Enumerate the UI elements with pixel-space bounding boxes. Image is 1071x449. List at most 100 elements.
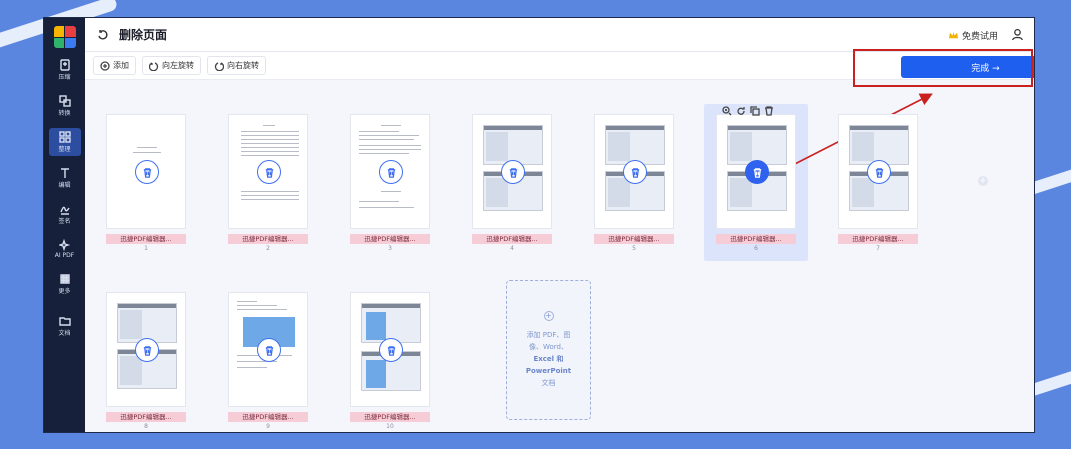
delete-page-button[interactable]: [135, 338, 159, 362]
trash-icon[interactable]: [764, 106, 774, 116]
trash-icon: [753, 167, 761, 178]
delete-page-button[interactable]: [257, 160, 281, 184]
ai-sparkle-icon: [58, 239, 70, 251]
page-thumbnail[interactable]: [594, 114, 674, 229]
page-number: 5: [632, 245, 636, 252]
page-card[interactable]: 迅捷PDF编辑器... 8: [106, 292, 186, 430]
free-trial-link[interactable]: 免费试用: [948, 29, 998, 42]
page-thumbnail[interactable]: [716, 114, 796, 229]
rotate-left-icon: [149, 61, 159, 71]
rotate-right-icon: [214, 61, 224, 71]
grid-more-icon: [59, 274, 70, 284]
folder-icon: [58, 317, 71, 326]
delete-page-button[interactable]: [867, 160, 891, 184]
sidebar-item-label: 压缩: [58, 74, 71, 81]
convert-icon: [58, 95, 71, 107]
page-card[interactable]: 迅捷PDF编辑器... 9: [228, 292, 308, 430]
free-trial-label: 免费试用: [961, 32, 998, 42]
sidebar-item-label: 转换: [58, 110, 71, 117]
page-thumbnail[interactable]: [472, 114, 552, 229]
compress-icon: [59, 59, 70, 71]
trash-icon: [265, 167, 273, 178]
sidebar-item-label: 签名: [58, 218, 71, 225]
page-label: 迅捷PDF编辑器...: [228, 234, 308, 244]
delete-page-button[interactable]: [623, 160, 647, 184]
trash-icon: [143, 167, 151, 178]
page-number: 2: [266, 245, 270, 252]
page-card[interactable]: 迅捷PDF编辑器... 7: [838, 114, 918, 252]
page-card[interactable]: 迅捷PDF编辑器... 1: [106, 114, 186, 252]
delete-page-button[interactable]: [501, 160, 525, 184]
add-document-card[interactable]: + 添加 PDF、图 像、Word、 Excel 和 PowerPoint 文档: [506, 280, 591, 420]
sidebar-item-sign[interactable]: 签名: [44, 200, 85, 228]
page-card[interactable]: 迅捷PDF编辑器... 5: [594, 114, 674, 252]
rotate-left-button[interactable]: 向左旋转: [142, 56, 201, 75]
trash-icon: [631, 167, 639, 178]
page-label: 迅捷PDF编辑器...: [594, 234, 674, 244]
crown-icon: [948, 31, 958, 39]
trash-icon: [143, 345, 151, 356]
add-card-text: 添加 PDF、图: [526, 331, 571, 339]
page-card[interactable]: 迅捷PDF编辑器... 4: [472, 114, 552, 252]
page-card-selected[interactable]: 迅捷PDF编辑器... 6: [704, 104, 808, 261]
page-thumbnail[interactable]: [350, 292, 430, 407]
page-thumbnail[interactable]: [838, 114, 918, 229]
page-label: 迅捷PDF编辑器...: [838, 234, 918, 244]
signature-icon: [59, 206, 70, 215]
sidebar-item-label: 编辑: [58, 182, 71, 189]
plus-icon: +: [543, 311, 554, 321]
add-card-text: PowerPoint: [525, 367, 572, 375]
delete-page-button[interactable]: [745, 160, 769, 184]
delete-page-button[interactable]: [135, 160, 159, 184]
rotate-icon[interactable]: [736, 106, 746, 116]
user-icon[interactable]: [1011, 28, 1024, 41]
page-card[interactable]: 迅捷PDF编辑器... 2: [228, 114, 308, 252]
zoom-in-icon[interactable]: [722, 106, 732, 116]
delete-page-button[interactable]: [379, 160, 403, 184]
annotation-highlight-done: [853, 49, 1033, 87]
text-edit-icon: [60, 168, 69, 178]
rotate-left-label: 向左旋转: [162, 61, 194, 70]
page-label: 迅捷PDF编辑器...: [472, 234, 552, 244]
delete-page-button[interactable]: [379, 338, 403, 362]
page-thumbnail[interactable]: [228, 292, 308, 407]
page-label: 迅捷PDF编辑器...: [350, 412, 430, 422]
sidebar-item-more[interactable]: 更多: [44, 270, 85, 298]
add-card-text: Excel 和: [533, 355, 564, 363]
sidebar-item-label: 文档: [58, 330, 71, 337]
page-thumbnail[interactable]: [228, 114, 308, 229]
page-card[interactable]: 迅捷PDF编辑器... 10: [350, 292, 430, 430]
app-logo: [53, 26, 76, 48]
page-number: 1: [144, 245, 148, 252]
trash-icon: [387, 167, 395, 178]
rotate-right-button[interactable]: 向右旋转: [207, 56, 266, 75]
page-label: 迅捷PDF编辑器...: [350, 234, 430, 244]
back-undo-icon[interactable]: [97, 29, 109, 41]
page-number: 4: [510, 245, 514, 252]
trash-icon: [265, 345, 273, 356]
sidebar-item-label: AI PDF: [54, 252, 75, 259]
page-title: 删除页面: [119, 28, 168, 42]
add-card-text: 像、Word、: [529, 343, 568, 351]
delete-page-button[interactable]: [257, 338, 281, 362]
sidebar-item-edit[interactable]: 编辑: [44, 164, 85, 192]
sidebar-item-documents[interactable]: 文档: [44, 312, 85, 340]
sidebar-item-compress[interactable]: 压缩: [44, 56, 85, 84]
header: 删除页面 免费试用: [85, 18, 1034, 52]
plus-circle-icon: [100, 60, 110, 71]
sidebar-item-organize[interactable]: 整理: [48, 128, 81, 156]
page-tools: [722, 106, 774, 116]
page-thumbnail[interactable]: [106, 114, 186, 229]
copy-icon[interactable]: [750, 106, 760, 116]
trash-icon: [509, 167, 517, 178]
page-thumbnail[interactable]: [106, 292, 186, 407]
page-number: 9: [266, 423, 270, 430]
page-card[interactable]: 迅捷PDF编辑器... 3: [350, 114, 430, 252]
sidebar-item-ai-pdf[interactable]: AI PDF: [44, 236, 85, 262]
page-label: 迅捷PDF编辑器...: [716, 234, 796, 244]
page-thumbnail[interactable]: [350, 114, 430, 229]
sidebar-item-convert[interactable]: 转换: [44, 92, 85, 120]
insert-page-icon[interactable]: +: [978, 176, 988, 186]
add-button[interactable]: 添加: [93, 56, 136, 75]
page-number: 8: [144, 423, 148, 430]
